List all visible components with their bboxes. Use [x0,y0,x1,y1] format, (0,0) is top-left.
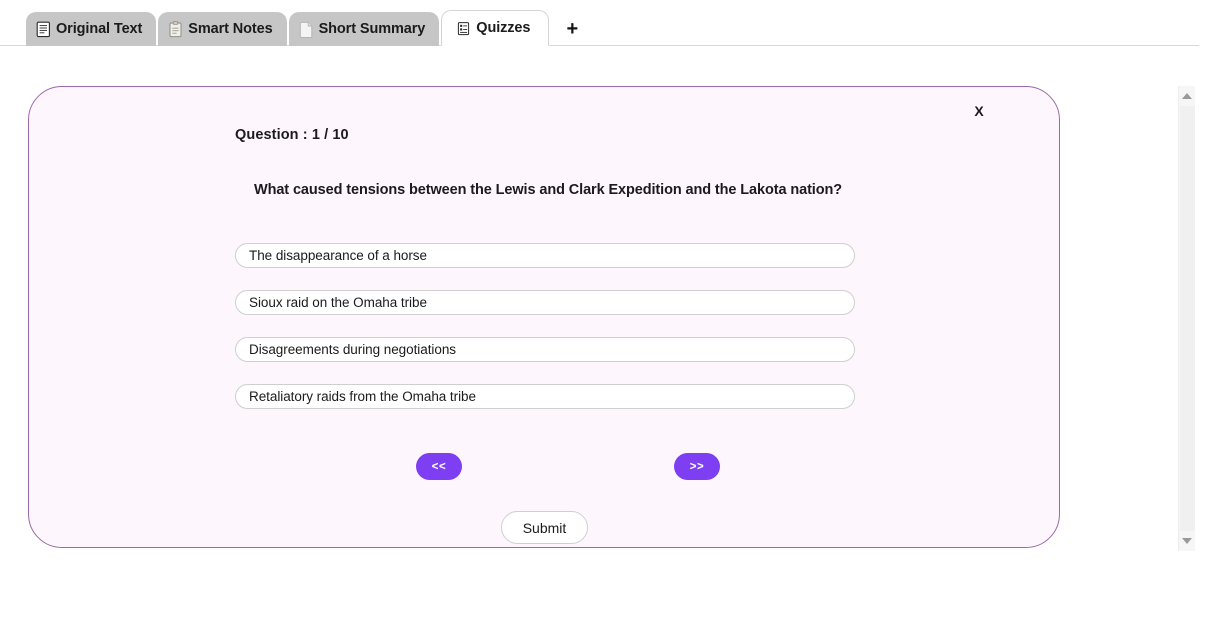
quiz-navigation: << >> [235,453,855,481]
scroll-up-arrow-icon[interactable] [1179,88,1195,104]
tab-short-summary[interactable]: Short Summary [288,12,440,46]
question-text: What caused tensions between the Lewis a… [254,182,843,198]
tab-strip: Original Text Smart Notes Short Summary … [26,10,587,46]
vertical-scrollbar[interactable] [1178,86,1195,551]
tab-bar: Original Text Smart Notes Short Summary … [0,0,1222,46]
answer-option[interactable]: The disappearance of a horse [235,243,855,268]
submit-button[interactable]: Submit [501,511,588,544]
tab-label: Quizzes [476,20,531,36]
document-lines-icon [36,21,51,38]
page-icon [299,21,314,38]
answer-option[interactable]: Disagreements during negotiations [235,337,855,362]
clipboard-icon [168,20,183,38]
answer-option[interactable]: Sioux raid on the Omaha tribe [235,290,855,315]
scroll-down-arrow-icon[interactable] [1179,533,1195,549]
tab-original-text[interactable]: Original Text [26,12,157,46]
previous-question-button[interactable]: << [416,453,462,480]
next-question-button[interactable]: >> [674,453,720,480]
answer-options-list: The disappearance of a horse Sioux raid … [235,243,855,409]
answer-option[interactable]: Retaliatory raids from the Omaha tribe [235,384,855,409]
add-tab-button[interactable]: + [557,12,587,46]
tab-smart-notes[interactable]: Smart Notes [158,12,287,46]
tab-label: Short Summary [318,21,426,37]
triangle-down-icon [1182,538,1192,544]
close-icon[interactable]: X [967,99,991,123]
triangle-up-icon [1182,93,1192,99]
tab-label: Smart Notes [188,21,273,37]
scrollbar-thumb[interactable] [1180,106,1195,531]
tab-label: Original Text [56,21,143,37]
quiz-list-icon [456,20,471,37]
tab-quizzes[interactable]: Quizzes [441,10,550,46]
question-counter: Question : 1 / 10 [235,127,349,143]
quiz-card: X Question : 1 / 10 What caused tensions… [28,86,1060,548]
